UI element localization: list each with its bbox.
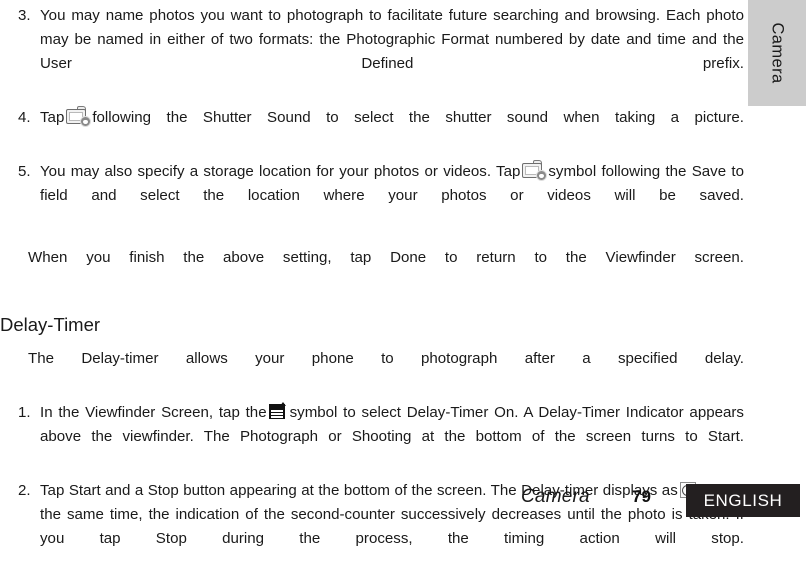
photo-album-icon [65, 106, 92, 127]
section-heading: Delay-Timer [0, 314, 101, 335]
list-item-text: In the Viewfinder Screen, tap the symbol … [40, 401, 744, 473]
list-item-text-after: following the Shutter Sound to select th… [92, 109, 744, 126]
list-upload-icon [268, 402, 288, 421]
list-item-number: 5. [18, 163, 31, 180]
section-tab-camera: Camera [748, 0, 806, 106]
list-item-text-before: Tap [40, 109, 65, 126]
section-intro: The Delay-timer allows your phone to pho… [28, 350, 744, 367]
footer-page-number: 79 [632, 487, 651, 506]
list-item: 3. You may name photos you want to photo… [0, 4, 744, 100]
list-item-number: 4. [18, 109, 31, 126]
list-item-number: 3. [18, 7, 31, 24]
list-item-text: You may also specify a storage location … [40, 160, 744, 232]
list-item-number: 1. [18, 404, 31, 421]
closing-note: When you finish the above setting, tap D… [28, 249, 744, 266]
photo-album-icon [521, 160, 548, 181]
list-item-text: You may name photos you want to photogra… [40, 7, 744, 72]
footer-section-word: Camera [521, 486, 590, 507]
list-item-text-before: You may also specify a storage location … [40, 163, 521, 180]
page-footer: Camera 79 ENGLISH [0, 480, 806, 519]
list-item-text: Tap following the Shutter Sound to select… [40, 106, 744, 154]
list-item: 1. In the Viewfinder Screen, tap the symb… [0, 401, 744, 473]
language-badge: ENGLISH [686, 484, 800, 517]
list-item-text-before: In the Viewfinder Screen, tap the [40, 404, 267, 421]
list-item: 5. You may also specify a storage locati… [0, 160, 744, 232]
language-badge-label: ENGLISH [703, 490, 783, 510]
section-tab-label: Camera [768, 22, 787, 84]
list-item: 4. Tap following the Shutter Sound to sel… [0, 106, 744, 154]
